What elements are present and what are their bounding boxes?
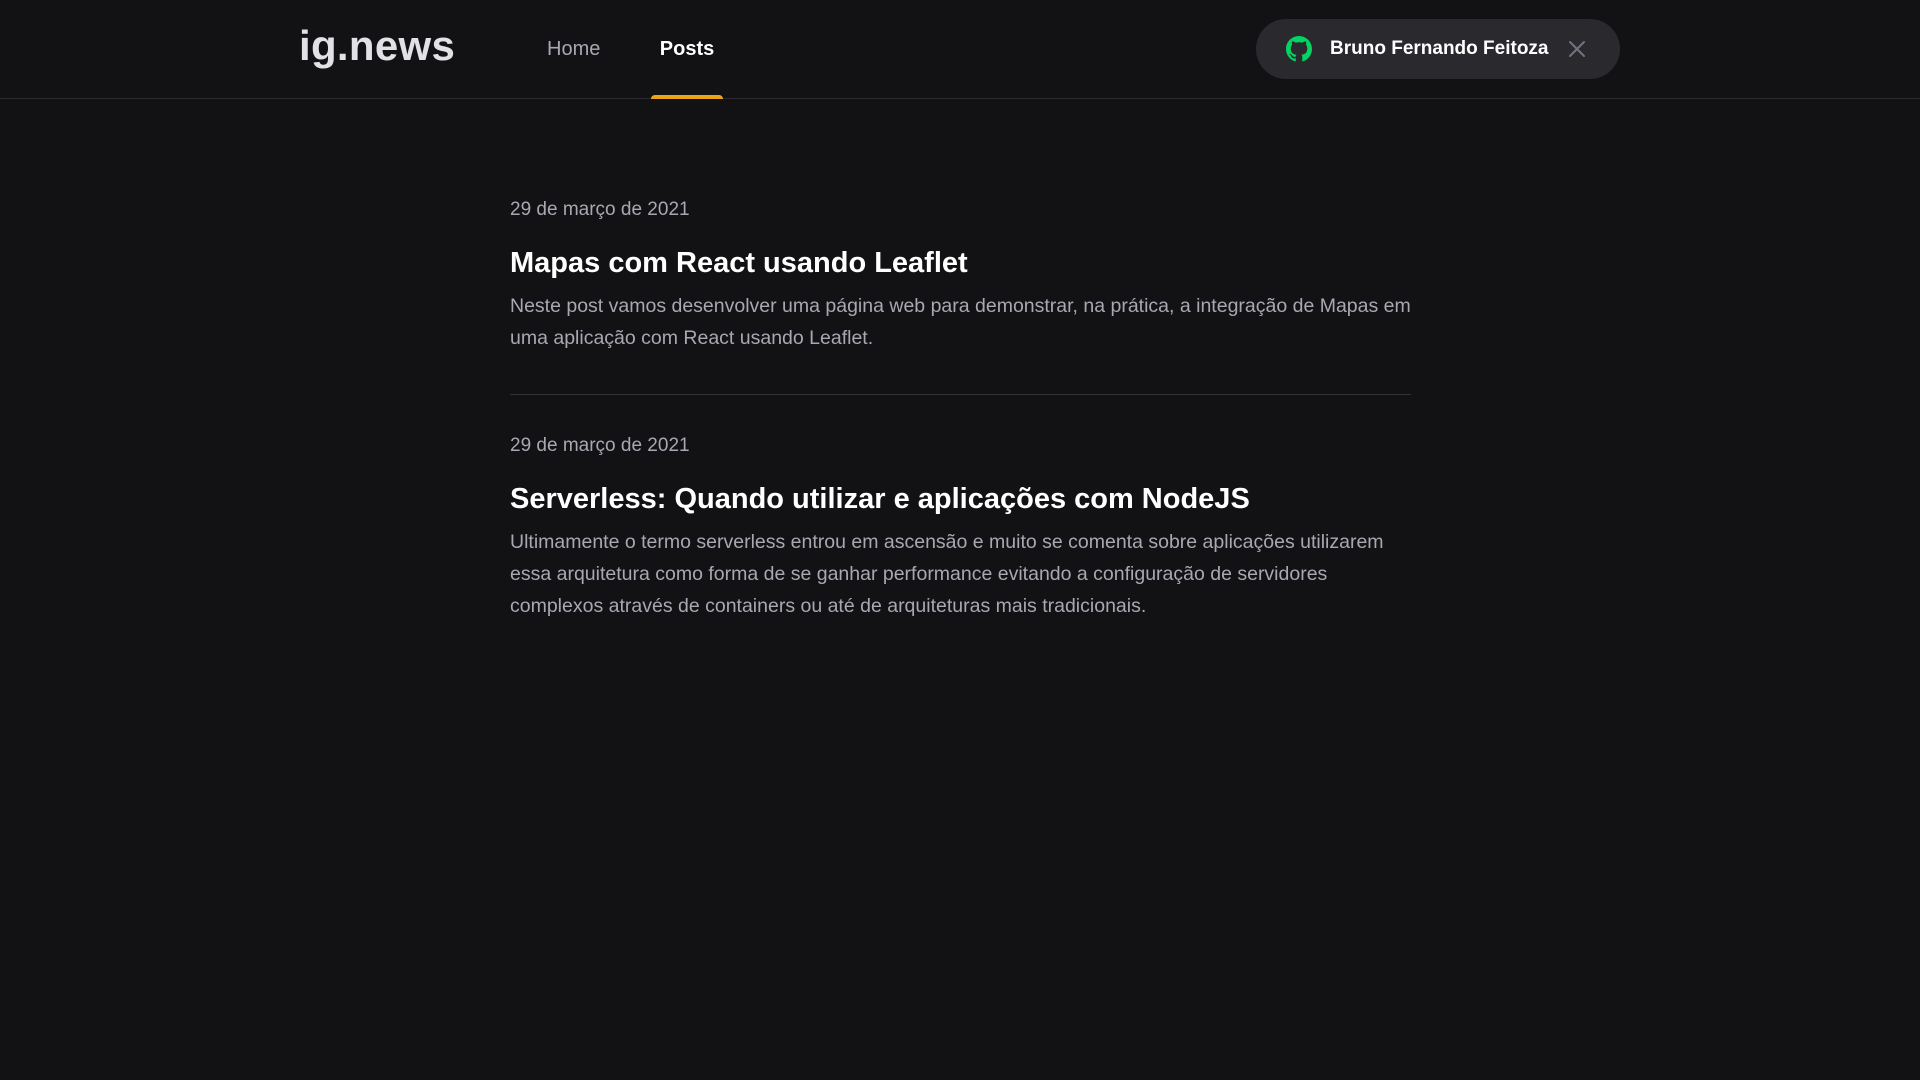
- nav-link-posts[interactable]: Posts: [651, 0, 723, 99]
- user-name: Bruno Fernando Feitoza: [1330, 38, 1549, 59]
- top-header: ig.news Home Posts Bruno Fernando Feitoz…: [0, 0, 1920, 99]
- site-logo[interactable]: ig.news: [299, 22, 455, 70]
- post-item[interactable]: 29 de março de 2021 Serverless: Quando u…: [510, 432, 1411, 622]
- active-nav-indicator: [651, 95, 723, 99]
- post-divider: [510, 394, 1411, 395]
- github-icon: [1286, 36, 1312, 62]
- close-icon[interactable]: [1566, 38, 1588, 60]
- nav-link-home[interactable]: Home: [547, 0, 600, 99]
- post-date: 29 de março de 2021: [510, 199, 690, 220]
- post-date: 29 de março de 2021: [510, 435, 690, 456]
- posts-list: 29 de março de 2021 Mapas com React usan…: [510, 196, 1411, 622]
- post-title: Mapas com React usando Leaflet: [510, 247, 968, 279]
- post-title: Serverless: Quando utilizar e aplicações…: [510, 483, 1250, 515]
- post-excerpt: Ultimamente o termo serverless entrou em…: [510, 531, 1384, 617]
- post-excerpt: Neste post vamos desenvolver uma página …: [510, 295, 1411, 349]
- nav-link-posts-label: Posts: [659, 38, 715, 60]
- post-item[interactable]: 29 de março de 2021 Mapas com React usan…: [510, 196, 1411, 354]
